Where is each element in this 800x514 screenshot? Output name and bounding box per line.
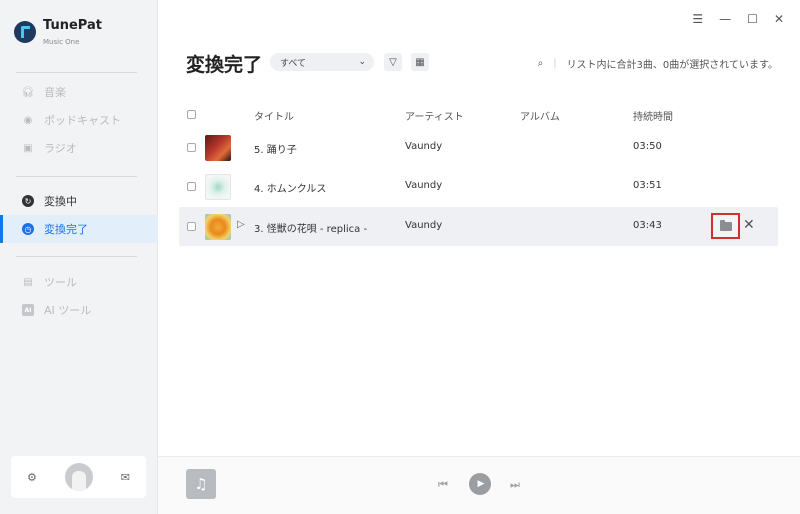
column-artist[interactable]: アーティスト [405, 108, 464, 123]
table-row[interactable]: 4. ホムンクルス Vaundy 03:51 [179, 167, 778, 206]
sidebar-item-music[interactable]: 🎧︎ 音楽 [0, 78, 158, 106]
table-row-selected[interactable]: ▷ 3. 怪獣の花唄 - replica - Vaundy 03:43 ✕ [179, 207, 778, 246]
track-title: 3. 怪獣の花唄 - replica - [254, 224, 368, 235]
sidebar-item-label: AI ツール [44, 304, 92, 317]
app-subtitle: Music One [43, 38, 80, 46]
track-artist: Vaundy [405, 141, 443, 152]
filter-dropdown[interactable]: すべて ⌄ [270, 53, 374, 71]
track-duration: 03:51 [633, 180, 662, 191]
user-panel: ⚙ ✉ [11, 456, 146, 498]
window-controls: ☰ — ☐ ✕ [692, 12, 784, 26]
sidebar-item-podcast[interactable]: ◉ ポッドキャスト [0, 106, 158, 134]
page-title: 変換完了 [186, 54, 263, 76]
close-window-icon[interactable]: ✕ [774, 12, 784, 26]
sidebar-divider [16, 72, 137, 73]
album-cover [205, 135, 231, 161]
sidebar-item-converting[interactable]: ↻ 変換中 [0, 187, 158, 215]
previous-icon[interactable]: ⏮ [438, 478, 448, 492]
main-content: ☰ — ☐ ✕ 変換完了 すべて ⌄ ▽ ▦ ⌕ | リスト内に合計3曲、0曲が… [158, 0, 800, 514]
track-duration: 03:50 [633, 141, 662, 152]
sidebar-item-label: ポッドキャスト [44, 114, 121, 127]
row-checkbox[interactable] [187, 182, 196, 191]
play-icon[interactable]: ▶ [469, 473, 491, 495]
column-duration[interactable]: 持続時間 [633, 108, 673, 123]
music-note-icon: ♫ [186, 469, 216, 499]
mail-icon[interactable]: ✉ [121, 471, 130, 484]
column-title[interactable]: タイトル [254, 108, 294, 123]
open-folder-button[interactable] [711, 213, 740, 239]
delete-icon[interactable]: ✕ [743, 217, 755, 233]
ai-icon: AI [22, 304, 34, 316]
search-icon[interactable]: ⌕ [538, 58, 544, 69]
album-cover [205, 174, 231, 200]
album-cover [205, 214, 231, 240]
chevron-down-icon: ⌄ [358, 57, 366, 67]
row-checkbox[interactable] [187, 222, 196, 231]
track-title: 5. 踊り子 [254, 145, 297, 156]
menu-icon[interactable]: ☰ [692, 12, 703, 26]
table-row[interactable]: 5. 踊り子 Vaundy 03:50 [179, 128, 778, 167]
next-icon[interactable]: ⏭ [510, 478, 520, 492]
radio-icon: ▣ [23, 142, 33, 154]
settings-icon[interactable]: ⚙ [27, 471, 37, 484]
avatar[interactable] [64, 463, 93, 491]
folder-icon [719, 219, 732, 231]
track-duration: 03:43 [633, 220, 662, 231]
sidebar-item-ai-tools[interactable]: AI AI ツール [0, 296, 158, 324]
column-album[interactable]: アルバム [520, 108, 560, 123]
sidebar: TunePat Music One 🎧︎ 音楽 ◉ ポッドキャスト ▣ ラジオ … [0, 0, 158, 514]
minimize-icon[interactable]: — [719, 12, 731, 26]
grid-view-button[interactable]: ▦ [411, 53, 429, 71]
podcast-icon: ◉ [23, 114, 33, 126]
sidebar-item-radio[interactable]: ▣ ラジオ [0, 134, 158, 162]
sidebar-item-tools[interactable]: ▤ ツール [0, 268, 158, 296]
row-checkbox[interactable] [187, 143, 196, 152]
funnel-icon: ▽ [389, 56, 397, 68]
sidebar-item-label: 変換完了 [44, 223, 88, 236]
maximize-icon[interactable]: ☐ [747, 12, 758, 26]
filter-value: すべて [280, 58, 307, 69]
grid-icon: ▦ [415, 56, 425, 68]
sidebar-item-label: ツール [44, 276, 77, 289]
track-title: 4. ホムンクルス [254, 184, 327, 195]
filter-button[interactable]: ▽ [384, 53, 402, 71]
select-all-checkbox[interactable] [187, 110, 196, 119]
brand: TunePat Music One [14, 18, 102, 46]
clock-icon: ◷ [22, 223, 34, 235]
sidebar-item-converted[interactable]: ◷ 変換完了 [0, 215, 158, 243]
separator: | [553, 58, 557, 69]
player-bar: ♫ ⏮ ▶ ⏭ [158, 456, 800, 514]
toolbox-icon: ▤ [23, 276, 33, 288]
track-artist: Vaundy [405, 180, 443, 191]
play-track-icon[interactable]: ▷ [237, 219, 245, 230]
track-artist: Vaundy [405, 220, 443, 231]
app-name: TunePat [43, 18, 102, 33]
converting-icon: ↻ [22, 195, 34, 207]
tunepat-logo-icon [14, 21, 36, 43]
selection-status: リスト内に合計3曲、0曲が選択されています。 [566, 60, 778, 71]
sidebar-divider [16, 256, 137, 257]
sidebar-item-label: ラジオ [44, 142, 77, 155]
sidebar-item-label: 変換中 [44, 195, 77, 208]
sidebar-item-label: 音楽 [44, 86, 66, 99]
headphones-icon: 🎧︎ [21, 86, 35, 98]
status-area: ⌕ | リスト内に合計3曲、0曲が選択されています。 [538, 56, 778, 71]
sidebar-divider [16, 176, 137, 177]
